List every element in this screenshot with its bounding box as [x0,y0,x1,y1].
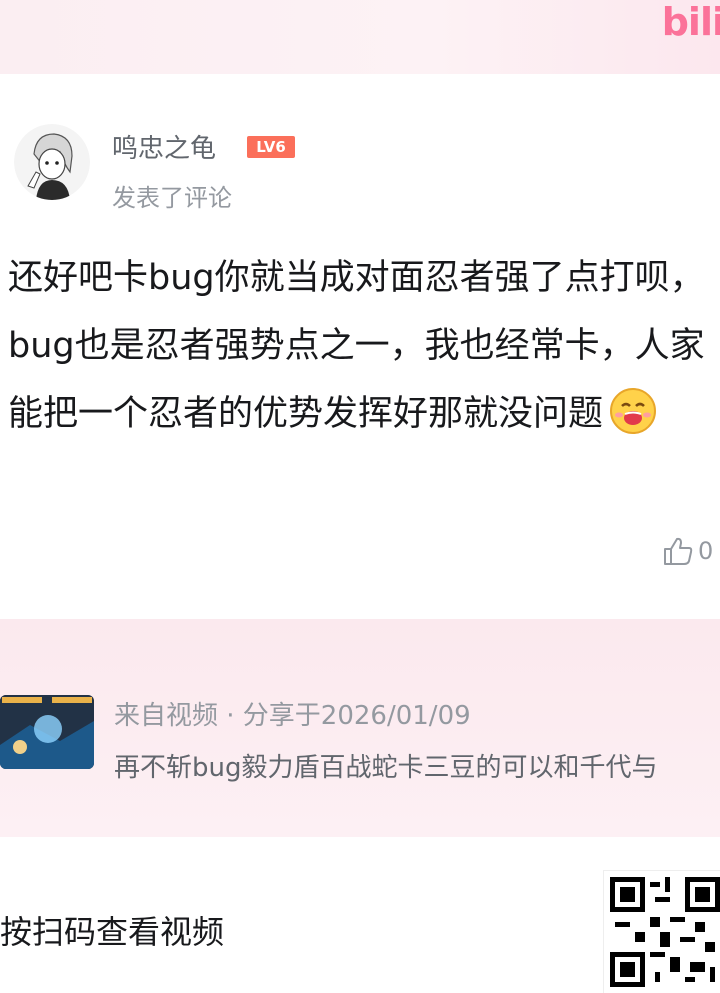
video-source-panel[interactable]: 来自视频 · 分享于2026/01/09 再不斩bug毅力盾百战蛇卡三豆的可以和… [0,619,720,837]
bilibili-logo: bili [661,0,720,44]
qr-code-icon [604,871,720,993]
header-band: bili [0,0,720,74]
footer: 按扫码查看视频 [0,837,720,993]
game-scene-image-icon [0,695,94,769]
author-name[interactable]: 鸣忠之龟 [112,128,216,165]
like-button[interactable]: 0 [662,536,713,566]
video-source-info: 来自视频 · 分享于2026/01/09 [114,701,471,731]
drooling-emoji-icon [609,387,657,458]
post-action-label: 发表了评论 [112,184,232,212]
comment-body: 还好吧卡bug你就当成对面忍者强了点打呗，bug也是忍者强势点之一，我也经常卡，… [8,244,718,458]
video-title[interactable]: 再不斩bug毅力盾百战蛇卡三豆的可以和千代与 [114,747,720,784]
scan-hint: 按扫码查看视频 [0,913,225,951]
comment-text: 还好吧卡bug你就当成对面忍者强了点打呗，bug也是忍者强势点之一，我也经常卡，… [8,258,705,434]
comment-card: 鸣忠之龟 LV6 发表了评论 还好吧卡bug你就当成对面忍者强了点打呗，bug也… [0,74,720,619]
level-badge: LV6 [247,136,295,158]
avatar[interactable] [14,124,90,200]
thumbs-up-icon [664,537,693,565]
like-count: 0 [698,537,714,565]
avatar-image-icon [14,124,90,200]
video-thumbnail[interactable] [0,695,94,769]
